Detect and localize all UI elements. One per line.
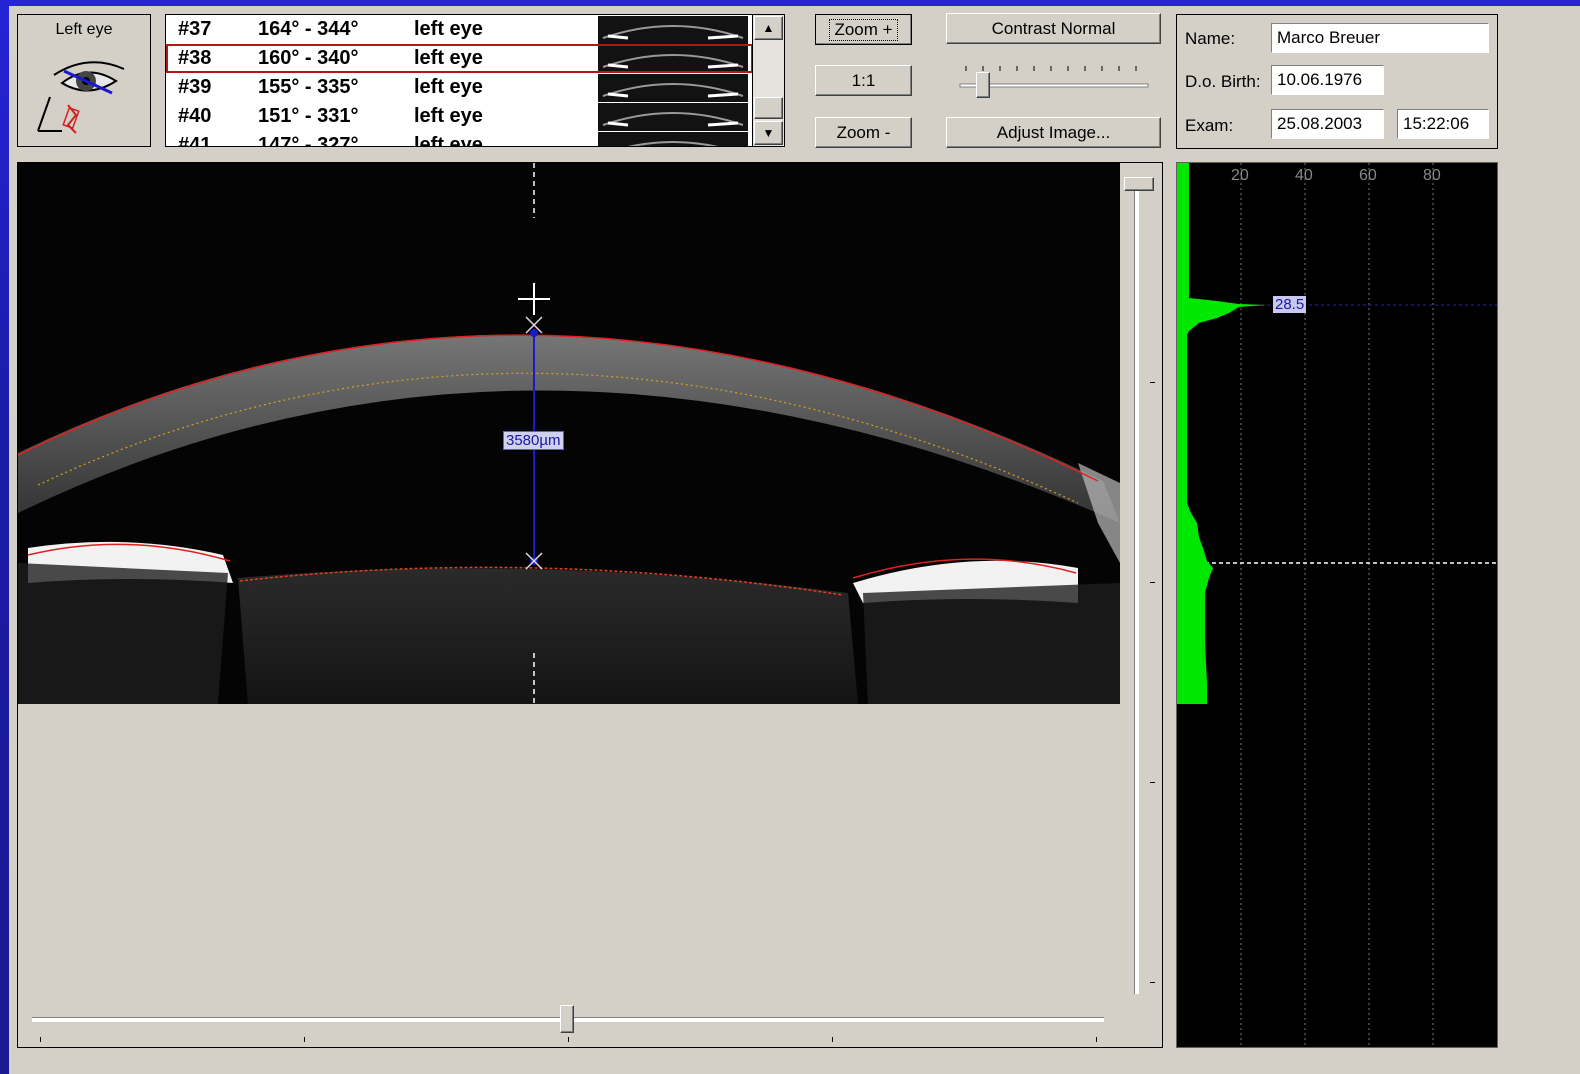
axis-tick-80: 80 bbox=[1423, 167, 1441, 184]
contrast-slider-thumb[interactable] bbox=[976, 72, 990, 98]
peak-value-label: 28.5 bbox=[1273, 296, 1307, 313]
horizontal-slider-thumb[interactable] bbox=[560, 1005, 574, 1033]
scan-list-item[interactable]: #39 155° - 335° left eye bbox=[168, 74, 598, 102]
axis-tick-60: 60 bbox=[1359, 167, 1377, 184]
dob-label: D.o. Birth: bbox=[1185, 72, 1261, 91]
scan-eye: left eye bbox=[414, 76, 483, 98]
zoom-in-button[interactable]: Zoom + bbox=[815, 14, 912, 45]
scan-id: #39 bbox=[178, 76, 212, 98]
scan-eye: left eye bbox=[414, 18, 483, 40]
eye-orientation-icon bbox=[37, 61, 125, 134]
patient-info-panel: Name: Marco Breuer D.o. Birth: 10.06.197… bbox=[1176, 14, 1498, 149]
scan-angle: 160° - 340° bbox=[258, 47, 359, 69]
scan-thumbnail bbox=[598, 132, 748, 146]
dob-field[interactable]: 10.06.1976 bbox=[1271, 65, 1384, 95]
axis-tick-20: 20 bbox=[1231, 167, 1249, 184]
arrow-up-icon: ▲ bbox=[762, 21, 775, 35]
scan-id: #38 bbox=[178, 47, 212, 69]
scan-id: #41 bbox=[178, 134, 212, 147]
scroll-down-button[interactable]: ▼ bbox=[754, 121, 783, 145]
scan-thumbnail bbox=[598, 103, 748, 131]
scan-list-item[interactable]: #37 164° - 344° left eye bbox=[168, 16, 598, 44]
zoom-in-label: Zoom + bbox=[829, 18, 898, 41]
scan-eye: left eye bbox=[414, 105, 483, 127]
adjust-image-button[interactable]: Adjust Image... bbox=[946, 117, 1161, 148]
scan-thumbnail bbox=[598, 45, 748, 73]
scan-list-scrollbar[interactable]: ▲ ▼ bbox=[752, 14, 785, 147]
density-profile-graph[interactable]: 20 40 60 80 28.5 bbox=[1176, 162, 1498, 1048]
vertical-slider-thumb[interactable] bbox=[1124, 177, 1154, 191]
contrast-normal-button[interactable]: Contrast Normal bbox=[946, 13, 1161, 44]
scan-angle: 151° - 331° bbox=[258, 105, 359, 127]
scan-list-item[interactable]: #38 160° - 340° left eye bbox=[168, 45, 598, 73]
horizontal-position-slider[interactable] bbox=[28, 1001, 1108, 1045]
scan-angle: 155° - 335° bbox=[258, 76, 359, 98]
scheimpflug-image[interactable] bbox=[18, 163, 1120, 704]
eye-selector[interactable]: Left eye bbox=[17, 14, 151, 147]
one-to-one-button[interactable]: 1:1 bbox=[815, 65, 912, 96]
scan-eye: left eye bbox=[414, 134, 483, 147]
density-profile-plot bbox=[1177, 163, 1497, 1047]
axis-tick-40: 40 bbox=[1295, 167, 1313, 184]
scan-eye: left eye bbox=[414, 47, 483, 69]
depth-measurement-label: 3580µm bbox=[503, 431, 564, 450]
scan-list-item[interactable]: #41 147° - 327° left eye bbox=[168, 132, 598, 147]
exam-time-field[interactable]: 15:22:06 bbox=[1397, 109, 1489, 139]
contrast-slider[interactable] bbox=[956, 56, 1152, 100]
exam-date-field[interactable]: 25.08.2003 bbox=[1271, 109, 1384, 139]
scroll-thumb[interactable] bbox=[754, 97, 783, 119]
arrow-down-icon: ▼ bbox=[762, 126, 775, 140]
vertical-position-slider[interactable] bbox=[1122, 169, 1162, 999]
patient-name-field[interactable]: Marco Breuer bbox=[1271, 23, 1489, 53]
scan-angle: 147° - 327° bbox=[258, 134, 359, 147]
scan-thumbnail bbox=[598, 74, 748, 102]
vertical-slider-track bbox=[1134, 189, 1139, 994]
scan-angle: 164° - 344° bbox=[258, 18, 359, 40]
scan-list-item[interactable]: #40 151° - 331° left eye bbox=[168, 103, 598, 131]
scan-id: #37 bbox=[178, 18, 212, 40]
scan-list[interactable]: #37 164° - 344° left eye #38 160° - 340° left… bbox=[165, 14, 785, 147]
exam-label: Exam: bbox=[1185, 116, 1234, 135]
name-label: Name: bbox=[1185, 29, 1236, 48]
scroll-up-button[interactable]: ▲ bbox=[754, 16, 783, 40]
scan-id: #40 bbox=[178, 105, 212, 127]
zoom-out-button[interactable]: Zoom - bbox=[815, 117, 912, 148]
scheimpflug-image-frame: 3580µm bbox=[17, 162, 1163, 1048]
scan-thumbnail bbox=[598, 16, 748, 44]
